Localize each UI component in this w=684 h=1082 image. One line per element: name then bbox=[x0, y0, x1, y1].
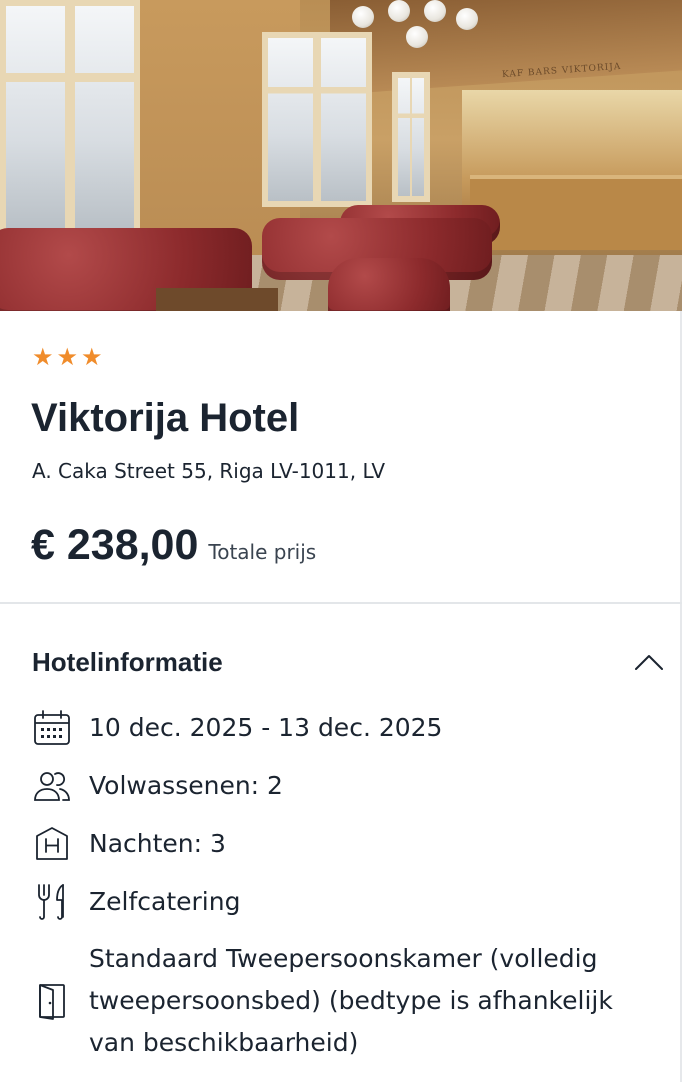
info-row-nights: Nachten: 3 bbox=[32, 822, 652, 866]
nights-count: Nachten: 3 bbox=[89, 829, 226, 858]
hotel-info-list: 10 dec. 2025 - 13 dec. 2025 Volwassenen:… bbox=[32, 706, 652, 1078]
section-title: Hotelinformatie bbox=[32, 646, 223, 677]
hotel-info-header[interactable]: Hotelinformatie bbox=[32, 644, 664, 680]
photo-window bbox=[392, 72, 430, 202]
hotel-address: A. Caka Street 55, Riga LV-1011, LV bbox=[32, 459, 386, 483]
divider bbox=[0, 602, 682, 604]
photo-armchair bbox=[328, 258, 450, 311]
calendar-icon bbox=[32, 708, 72, 748]
info-row-board: Zelfcatering bbox=[32, 880, 652, 924]
chevron-up-icon[interactable] bbox=[634, 647, 664, 677]
adults-count: Volwassenen: 2 bbox=[89, 771, 283, 800]
stay-dates: 10 dec. 2025 - 13 dec. 2025 bbox=[89, 713, 443, 742]
star-icon: ★ bbox=[81, 343, 103, 371]
star-rating: ★ ★ ★ bbox=[32, 344, 103, 370]
price-block: € 238,00 Totale prijs bbox=[31, 520, 316, 570]
board-type: Zelfcatering bbox=[89, 887, 241, 916]
hotel-photo[interactable]: KAF BARS VIKTORIJA bbox=[0, 0, 682, 311]
photo-bar-counter bbox=[470, 175, 682, 250]
info-row-dates: 10 dec. 2025 - 13 dec. 2025 bbox=[32, 706, 652, 750]
photo-chandelier bbox=[352, 0, 482, 64]
hotel-h-icon bbox=[32, 824, 72, 864]
cutlery-icon bbox=[32, 882, 72, 922]
hotel-name: Viktorija Hotel bbox=[31, 396, 300, 440]
info-row-adults: Volwassenen: 2 bbox=[32, 764, 652, 808]
price-label: Totale prijs bbox=[208, 540, 317, 564]
photo-table bbox=[156, 288, 278, 311]
hotel-card: KAF BARS VIKTORIJA ★ ★ ★ Viktorija Hotel A… bbox=[0, 0, 682, 1082]
star-icon: ★ bbox=[56, 343, 79, 371]
photo-window bbox=[0, 0, 140, 235]
people-icon bbox=[32, 766, 72, 806]
room-type: Standaard Tweepersoonskamer (volledig tw… bbox=[89, 944, 613, 1057]
door-icon bbox=[32, 981, 72, 1021]
star-icon: ★ bbox=[32, 343, 54, 371]
total-price: € 238,00 bbox=[31, 521, 199, 569]
info-row-room: Standaard Tweepersoonskamer (volledig tw… bbox=[32, 938, 652, 1064]
